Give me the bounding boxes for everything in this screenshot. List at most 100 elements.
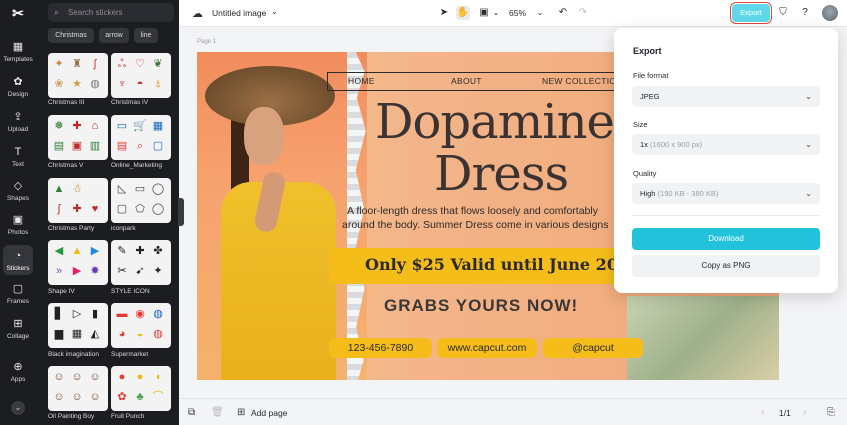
sticker-set-label: STYLE ICON: [111, 288, 150, 295]
export-button[interactable]: Export: [730, 2, 772, 24]
model-photo: [197, 52, 367, 380]
contact-phone: 123-456-7890: [329, 338, 432, 358]
help-icon[interactable]: ?: [798, 6, 812, 20]
document-title[interactable]: Untitled image: [212, 8, 266, 18]
sticker-set-black-imagination[interactable]: ▋ ▷ ▮ ▆ ▦ ◭: [48, 303, 108, 348]
nav-home: HOME: [348, 76, 375, 86]
export-panel-title: Export: [633, 46, 662, 56]
left-rail: ✂ ▦ Templates ✿ Design ⇪ Upload T Text ◇ Shap…: [0, 0, 36, 425]
redo-icon[interactable]: ↷: [576, 6, 590, 20]
delete-page-icon[interactable]: 🗑: [211, 407, 224, 418]
design-icon: ✿: [13, 76, 23, 88]
rail-item-apps[interactable]: ⊕ Apps: [0, 361, 36, 383]
undo-icon[interactable]: ↶: [556, 6, 570, 20]
copy-as-png-button[interactable]: Copy as PNG: [632, 255, 820, 277]
frames-icon: ▢: [12, 283, 24, 295]
sticker-set-oil-painting-boy[interactable]: ☺ ☺ ☺ ☺ ☺ ☺: [48, 366, 108, 411]
rail-item-shapes[interactable]: ◇ Shapes: [0, 180, 36, 202]
capcut-logo[interactable]: ✂: [9, 5, 27, 21]
sticker-set-label: iconpark: [111, 225, 136, 232]
photos-icon: ▣: [12, 214, 24, 226]
headline-line-2: Dress: [434, 146, 569, 202]
page-counter: 1/1: [779, 408, 791, 418]
sticker-set-label: Shape IV: [48, 288, 75, 295]
sticker-set-style-icon[interactable]: ✎ ✚ ✤ ✂ ➹ ✦: [111, 240, 171, 285]
quality-detail: (190 KB - 380 KB): [657, 189, 719, 198]
rail-item-frames[interactable]: ▢ Frames: [0, 283, 36, 305]
chevron-down-icon: ⌄: [805, 189, 812, 198]
rail-item-templates[interactable]: ▦ Templates: [0, 41, 36, 63]
nav-about: ABOUT: [451, 76, 482, 86]
panel-collapse-handle[interactable]: [178, 198, 184, 226]
rail-item-text[interactable]: T Text: [0, 146, 36, 168]
quality-label: Quality: [633, 169, 657, 178]
model-face: [244, 107, 284, 165]
contact-handle: @capcut: [543, 338, 643, 358]
page-label: Page 1: [197, 39, 217, 45]
cloud-sync-icon[interactable]: ☁: [192, 7, 203, 20]
top-bar: ☁ Untitled image ⌄ ➤ ✋ ▣ ⌄ 65% ⌄ ↶ ↷ Exp…: [179, 0, 847, 27]
description-line-1: A floor-length dress that flows loosely …: [347, 205, 598, 217]
download-button[interactable]: Download: [632, 228, 820, 250]
sticker-set-christmas-iv[interactable]: ஃ ♡ ❦ ♆ ◓ ⍋: [111, 53, 171, 98]
sticker-set-label: Fruit Punch: [111, 413, 145, 420]
chevron-down-icon[interactable]: ⌄: [271, 7, 278, 16]
chevron-down-icon: ⌄: [805, 92, 812, 101]
size-select[interactable]: 1x (1600 x 900 px) ⌄: [632, 134, 820, 155]
add-page-icon[interactable]: ⊞: [237, 407, 245, 418]
file-format-label: File format: [633, 71, 669, 80]
apps-icon: ⊕: [13, 361, 23, 373]
chip-christmas[interactable]: Christmas: [48, 28, 94, 43]
file-format-select[interactable]: JPEG ⌄: [632, 86, 820, 107]
quality-value: High: [640, 189, 656, 198]
sticker-set-christmas-iii[interactable]: ✦ ♜ ʃ ❀ ★ ◍: [48, 53, 108, 98]
stickers-icon: ◔: [14, 250, 22, 262]
avatar[interactable]: [822, 5, 838, 21]
layers-icon[interactable]: ⎘: [827, 407, 835, 418]
chevron-down-icon[interactable]: ⌄: [533, 6, 547, 20]
sticker-set-shape-iv[interactable]: ◀ ▲ ▶ » ▶ ✸: [48, 240, 108, 285]
select-pointer-icon[interactable]: ➤: [437, 6, 451, 20]
shapes-icon: ◇: [13, 180, 23, 192]
zoom-level[interactable]: 65%: [509, 8, 526, 18]
sticker-set-label: Christmas Party: [48, 225, 95, 232]
cta-text: GRABS YOURS NOW!: [384, 296, 579, 315]
headline-line-1: Dopamine: [375, 94, 615, 150]
text-icon: T: [14, 146, 22, 158]
sticker-set-iconpark[interactable]: ◺ ▭ ◯ ▢ ⬠ ◯: [111, 178, 171, 223]
file-format-value: JPEG: [640, 92, 660, 101]
search-placeholder: Search stickers: [68, 8, 123, 17]
shield-icon[interactable]: ⛉: [776, 6, 790, 20]
size-detail: (1600 x 900 px): [650, 140, 703, 149]
sticker-set-christmas-v[interactable]: ❅ ✚ ⌂ ▤ ▣ ▥: [48, 115, 108, 160]
chevron-down-icon[interactable]: ⌄: [489, 6, 503, 20]
hand-tool-icon[interactable]: ✋: [456, 6, 470, 20]
chevron-down-icon[interactable]: ⌄: [11, 401, 25, 415]
sticker-set-label: Christmas IV: [111, 99, 149, 106]
rail-item-collage[interactable]: ⊞ Collage: [0, 318, 36, 340]
add-page-button[interactable]: Add page: [251, 408, 287, 418]
search-input[interactable]: ⌕ Search stickers: [48, 3, 174, 22]
chip-line[interactable]: line: [134, 28, 158, 43]
sticker-set-supermarket[interactable]: ▬ ◉ ◍ ◕ ◒ ◍: [111, 303, 171, 348]
quality-select[interactable]: High (190 KB - 380 KB) ⌄: [632, 183, 820, 204]
sticker-set-fruit-punch[interactable]: ● ● ◖ ✿ ♣ ⌒: [111, 366, 171, 411]
size-label: Size: [633, 120, 648, 129]
prev-page-icon[interactable]: ‹: [761, 407, 764, 418]
sticker-set-label: Black imagination: [48, 351, 99, 358]
sticker-set-online-marketing[interactable]: ▭ 🛒 ▦ ▤ ⌕ ▢: [111, 115, 171, 160]
size-value: 1x: [640, 140, 648, 149]
sticker-set-label: Oil Painting Boy: [48, 413, 95, 420]
rail-item-stickers[interactable]: ◔ Stickers: [3, 245, 33, 275]
next-page-icon[interactable]: ›: [803, 407, 806, 418]
rail-item-photos[interactable]: ▣ Photos: [0, 214, 36, 236]
chip-arrow[interactable]: arrow: [99, 28, 129, 43]
sticker-set-christmas-party[interactable]: ▲ ☃ ʃ ✚ ♥: [48, 178, 108, 223]
sticker-set-label: Christmas V: [48, 162, 84, 169]
rail-item-upload[interactable]: ⇪ Upload: [0, 111, 36, 133]
bottom-bar: ⧉ 🗑 ⊞ Add page ‹ 1/1 › ⎘: [179, 398, 847, 425]
chevron-down-icon: ⌄: [805, 140, 812, 149]
rail-item-design[interactable]: ✿ Design: [0, 76, 36, 98]
collage-icon: ⊞: [13, 318, 23, 330]
duplicate-page-icon[interactable]: ⧉: [188, 407, 195, 418]
